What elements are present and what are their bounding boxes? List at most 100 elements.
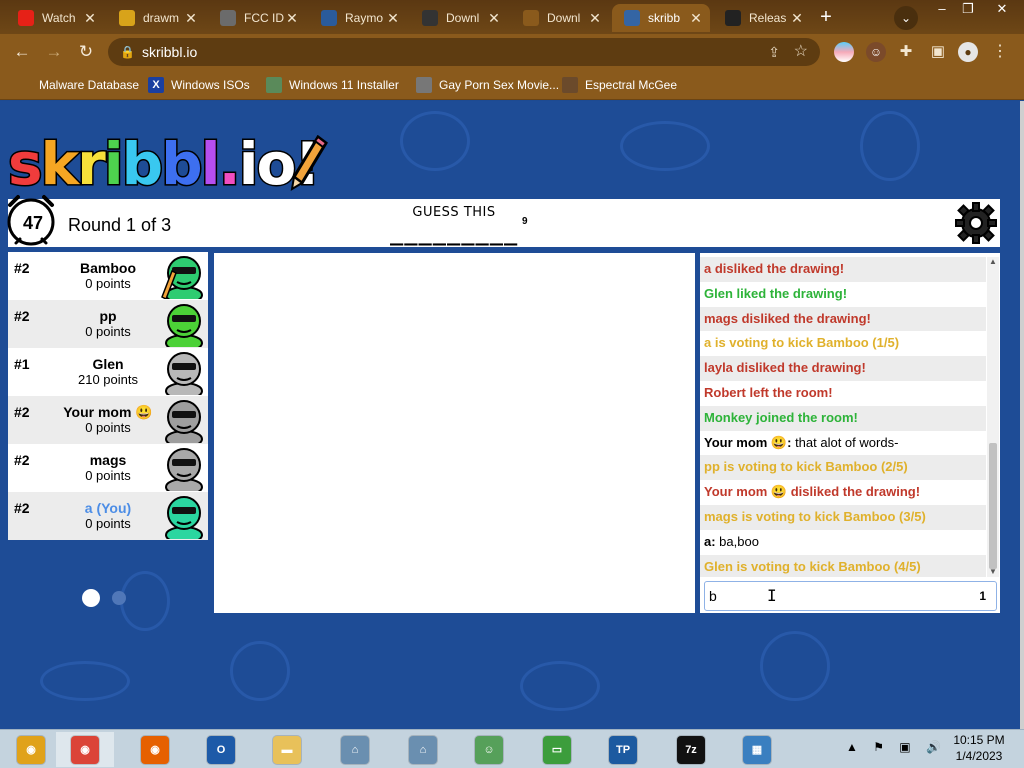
player-name: Bamboo xyxy=(80,260,136,276)
taskbar-app[interactable]: ⌂ xyxy=(326,732,384,767)
lock-icon[interactable]: 🔒 xyxy=(120,38,135,66)
taskbar-app[interactable]: ▭ xyxy=(528,732,586,767)
browser-tab[interactable]: Watch ✕ xyxy=(6,4,104,32)
account-avatar-icon[interactable]: ● xyxy=(958,42,978,62)
browser-tab[interactable]: Releas ✕ xyxy=(713,4,811,32)
close-window-icon[interactable]: ✕ xyxy=(988,0,1016,18)
bookmark-item[interactable]: Espectral McGee xyxy=(562,76,677,94)
disk-icon: ▭ xyxy=(543,735,571,764)
taskbar-clock[interactable]: 10:15 PM 1/4/2023 xyxy=(948,732,1010,764)
tab-title: Downl xyxy=(547,11,581,25)
bookmark-item[interactable]: Malware Database xyxy=(16,76,139,94)
player-points: 0 points xyxy=(85,420,131,435)
bookmark-label: Espectral McGee xyxy=(585,78,678,92)
youtube-icon xyxy=(18,10,34,26)
scrollbar-thumb[interactable] xyxy=(989,443,997,569)
taskbar-app[interactable]: ☺ xyxy=(460,732,518,767)
taskbar-app[interactable]: O xyxy=(192,732,250,767)
taskbar-app[interactable]: ◉ xyxy=(56,732,114,767)
logo-letter: b xyxy=(160,130,204,198)
new-tab-button[interactable]: + xyxy=(814,6,838,30)
reload-icon[interactable]: ↻ xyxy=(74,40,98,64)
bookmark-item[interactable]: X Windows ISOs xyxy=(148,76,250,94)
taskbar-app[interactable]: ▦ xyxy=(728,732,786,767)
taskbar-app[interactable]: 7z xyxy=(662,732,720,767)
browser-tab[interactable]: FCC ID ✕ xyxy=(208,4,306,32)
clock-date: 1/4/2023 xyxy=(955,749,1003,763)
taskbar-app[interactable]: ⌂ xyxy=(394,732,452,767)
browser-tab[interactable]: skribb ✕ xyxy=(612,4,710,32)
browser-tab[interactable]: Downl ✕ xyxy=(410,4,508,32)
browser-tab[interactable]: drawm ✕ xyxy=(107,4,205,32)
player-rank: #2 xyxy=(14,500,30,516)
puzzle-piece-icon[interactable]: ✚ xyxy=(896,42,916,62)
address-bar[interactable]: 🔒 skribbl.io ⇪ ☆ xyxy=(108,38,820,66)
download-icon xyxy=(523,10,539,26)
player-rank: #1 xyxy=(14,356,30,372)
scroll-down-icon[interactable]: ▼ xyxy=(989,567,997,576)
close-tab-icon[interactable]: ✕ xyxy=(183,10,199,27)
forward-arrow-icon[interactable]: → xyxy=(42,40,66,64)
profile-extension-icon[interactable]: ☺ xyxy=(866,42,886,62)
close-tab-icon[interactable]: ✕ xyxy=(385,10,401,27)
player-row[interactable]: #2 pp 0 points xyxy=(8,300,208,348)
close-tab-icon[interactable]: ✕ xyxy=(82,10,98,27)
chat-author: a: xyxy=(704,533,716,549)
drawing-canvas[interactable] xyxy=(214,253,695,613)
logo-letter: i xyxy=(102,130,125,198)
browser-tab[interactable]: Raymo ✕ xyxy=(309,4,407,32)
page-dot[interactable] xyxy=(112,591,126,605)
page-scrollbar[interactable] xyxy=(1020,101,1024,729)
round-indicator: Round 1 of 3 xyxy=(68,215,172,235)
url-text: skribbl.io xyxy=(142,44,198,60)
chrome-canary-icon: ◉ xyxy=(17,735,45,764)
bookmark-item[interactable]: Gay Porn Sex Movie... xyxy=(416,76,559,94)
close-tab-icon[interactable]: ✕ xyxy=(284,10,300,27)
close-tab-icon[interactable]: ✕ xyxy=(688,10,704,27)
player-avatar-icon xyxy=(165,352,203,395)
logo-letter: k xyxy=(39,130,81,198)
close-tab-icon[interactable]: ✕ xyxy=(587,10,603,27)
background-doodle xyxy=(520,661,600,711)
kebab-menu-icon[interactable]: ⋮ xyxy=(990,42,1010,62)
network-computer-icon: ⌂ xyxy=(341,735,369,764)
7zip-icon: 7z xyxy=(677,735,705,764)
chat-message: Monkey joined the room! xyxy=(700,405,986,431)
player-row[interactable]: #2 a (You) 0 points xyxy=(8,492,208,540)
close-tab-icon[interactable]: ✕ xyxy=(486,10,502,27)
share-icon[interactable]: ⇪ xyxy=(768,38,780,66)
taskbar-app[interactable]: ▬ xyxy=(258,732,316,767)
chat-message: a disliked the drawing! xyxy=(700,257,986,282)
extension-flag-icon[interactable] xyxy=(834,42,854,62)
chat-messages: a disliked the drawing! Glen liked the dr… xyxy=(700,257,986,577)
player-row[interactable]: #2 Your mom 😃 0 points xyxy=(8,396,208,444)
taskbar-app[interactable]: ◉ xyxy=(2,732,60,767)
system-tray[interactable]: ▲ ⚑ ▣ 🔊 xyxy=(846,740,947,754)
taskbar-app[interactable]: ◉ xyxy=(126,732,184,767)
bookmark-star-icon[interactable]: ☆ xyxy=(794,38,808,66)
player-row[interactable]: #1 Glen 210 points xyxy=(8,348,208,396)
side-panel-icon[interactable]: ▣ xyxy=(928,42,948,62)
back-arrow-icon[interactable]: ← xyxy=(10,40,34,64)
close-tab-icon[interactable]: ✕ xyxy=(789,10,805,27)
tab-search-button[interactable]: ⌄ xyxy=(894,6,918,30)
restore-icon[interactable]: ❐ xyxy=(954,0,982,18)
taskbar-app[interactable]: TP xyxy=(594,732,652,767)
chat-system-text: mags disliked the drawing! xyxy=(704,310,871,326)
player-row[interactable]: #2 mags 0 points xyxy=(8,444,208,492)
chat-author: Your mom 😃: xyxy=(704,434,792,450)
guess-input-box[interactable]: I 1 xyxy=(704,581,997,611)
player-avatar-icon xyxy=(165,304,203,347)
player-avatar-icon xyxy=(161,256,203,299)
chat-scrollbar[interactable]: ▲ ▼ xyxy=(987,257,999,577)
page-dot-active[interactable] xyxy=(82,589,100,607)
player-row[interactable]: #2 Bamboo 0 points xyxy=(8,252,208,300)
bookmark-item[interactable]: Windows 11 Installer xyxy=(266,76,399,94)
browser-tab[interactable]: Downl ✕ xyxy=(511,4,609,32)
github-icon xyxy=(725,10,741,26)
minimize-icon[interactable]: – xyxy=(928,0,956,18)
settings-gear-icon[interactable] xyxy=(954,201,998,245)
page-dots xyxy=(82,589,138,607)
scroll-up-icon[interactable]: ▲ xyxy=(989,257,997,266)
guess-input[interactable] xyxy=(709,586,969,606)
